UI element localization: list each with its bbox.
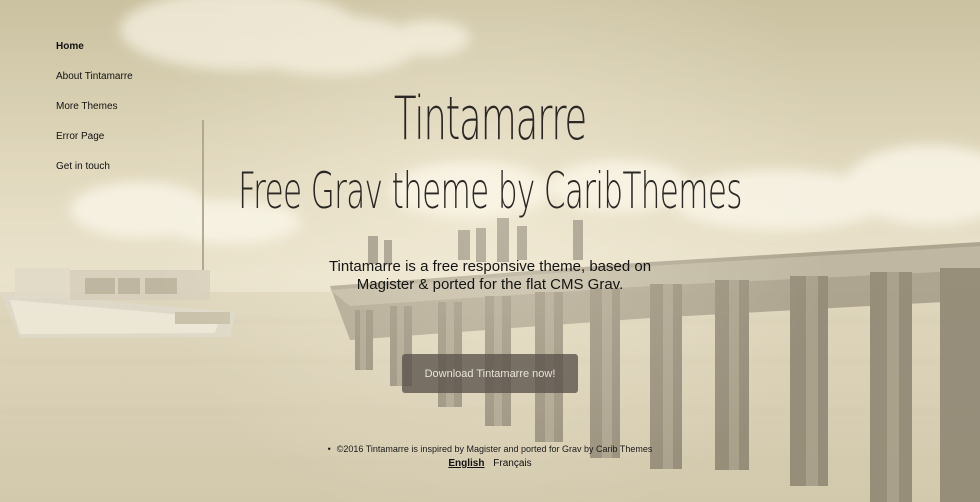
hero-description-line-1: Tintamarre is a free responsive theme, b… (328, 258, 652, 275)
language-english-link[interactable]: English (448, 458, 484, 469)
language-francais-link[interactable]: Français (493, 458, 531, 469)
site-footer: • ©2016 Tintamarre is inspired by Magiste… (0, 443, 980, 455)
hero-description-line-2: Magister & ported for the flat CMS Grav. (356, 276, 624, 293)
language-switcher: English Français (0, 458, 980, 469)
hero-title: Tintamarre (393, 84, 587, 154)
download-button[interactable]: Download Tintamarre now! (402, 354, 578, 393)
footer-bullet: • (327, 444, 331, 454)
nav-item-home[interactable]: Home (56, 32, 226, 62)
hero-subtitle: Free Grav theme by CaribThemes (238, 162, 742, 220)
footer-copyright: ©2016 Tintamarre is inspired by Magister… (336, 444, 653, 454)
hero-description: Tintamarre is a free responsive theme, b… (0, 258, 980, 294)
